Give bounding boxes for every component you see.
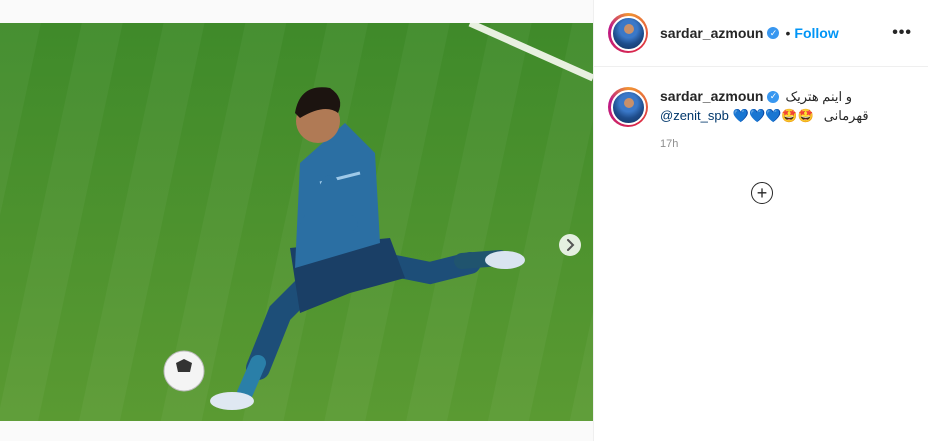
- header-separator: •: [785, 25, 791, 41]
- follow-button[interactable]: Follow: [794, 25, 838, 41]
- caption: sardar_azmoun ✓ و اینم هتریک @zenit_spb …: [594, 67, 928, 154]
- plus-circle-icon[interactable]: +: [751, 182, 773, 204]
- mention-link[interactable]: @zenit_spb: [660, 106, 729, 125]
- caption-text-line1: و اینم هتریک: [785, 89, 852, 104]
- chevron-right-icon: [567, 239, 575, 251]
- more-options-icon[interactable]: •••: [892, 24, 912, 42]
- next-image-button[interactable]: [559, 234, 581, 256]
- caption-body: sardar_azmoun ✓ و اینم هتریک @zenit_spb …: [660, 87, 869, 154]
- caption-avatar[interactable]: [608, 87, 648, 127]
- avatar-image: [610, 89, 646, 125]
- caption-emojis: 💙💙💙🤩🤩: [732, 108, 814, 123]
- post-timestamp[interactable]: 17h: [660, 135, 869, 154]
- post-header: sardar_azmoun ✓ • Follow •••: [594, 0, 928, 67]
- caption-text-line2: قهرمانی: [823, 108, 869, 123]
- post-image[interactable]: [0, 23, 593, 421]
- post-photo: [0, 23, 593, 421]
- header-username[interactable]: sardar_azmoun: [660, 25, 763, 41]
- verified-badge-icon: ✓: [767, 27, 780, 39]
- avatar-image: [610, 15, 646, 51]
- verified-badge-icon: ✓: [767, 90, 780, 103]
- caption-username[interactable]: sardar_azmoun: [660, 87, 763, 106]
- avatar[interactable]: [608, 13, 648, 53]
- post-side-panel: sardar_azmoun ✓ • Follow ••• sardar_azmo…: [593, 0, 928, 441]
